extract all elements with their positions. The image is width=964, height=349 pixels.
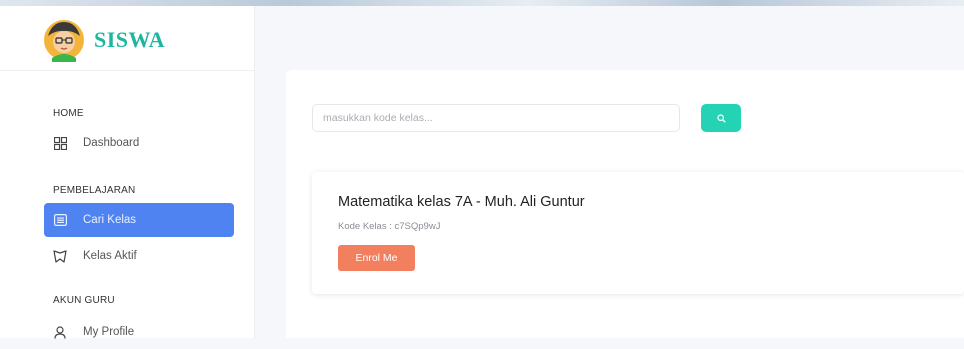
list-icon [53,213,67,227]
sidebar-item-label: Dashboard [83,137,140,149]
badge-icon [53,249,67,263]
search-button[interactable] [701,104,741,132]
brand-header: SISWA [0,6,254,71]
class-code: Kode Kelas : c7SQp9wJ [338,221,441,232]
class-title: Matematika kelas 7A - Muh. Ali Guntur [338,194,585,210]
enrol-me-button[interactable]: Enrol Me [338,245,415,271]
sidebar-item-label: Kelas Aktif [83,250,137,262]
section-title-pembelajaran: PEMBELAJARAN [53,185,136,196]
sidebar: SISWA HOME Dashboard PEMBELAJARAN Cari K… [0,6,255,339]
sidebar-item-my-profile[interactable]: My Profile [44,315,234,349]
sidebar-item-label: My Profile [83,326,135,338]
class-code-search-input[interactable] [312,104,680,132]
brand-name: SISWA [94,27,165,52]
class-result-card [312,172,964,294]
sidebar-item-dashboard[interactable]: Dashboard [44,126,234,160]
sidebar-item-kelas-aktif[interactable]: Kelas Aktif [44,239,234,273]
student-avatar-logo-icon [44,20,84,62]
user-icon [53,325,67,339]
sidebar-item-cari-kelas[interactable]: Cari Kelas [44,203,234,237]
sidebar-item-label: Cari Kelas [83,214,137,226]
section-title-akun-guru: AKUN GURU [53,295,115,306]
section-title-home: HOME [53,108,84,119]
dashboard-grid-icon [53,136,67,150]
search-icon [716,113,726,123]
